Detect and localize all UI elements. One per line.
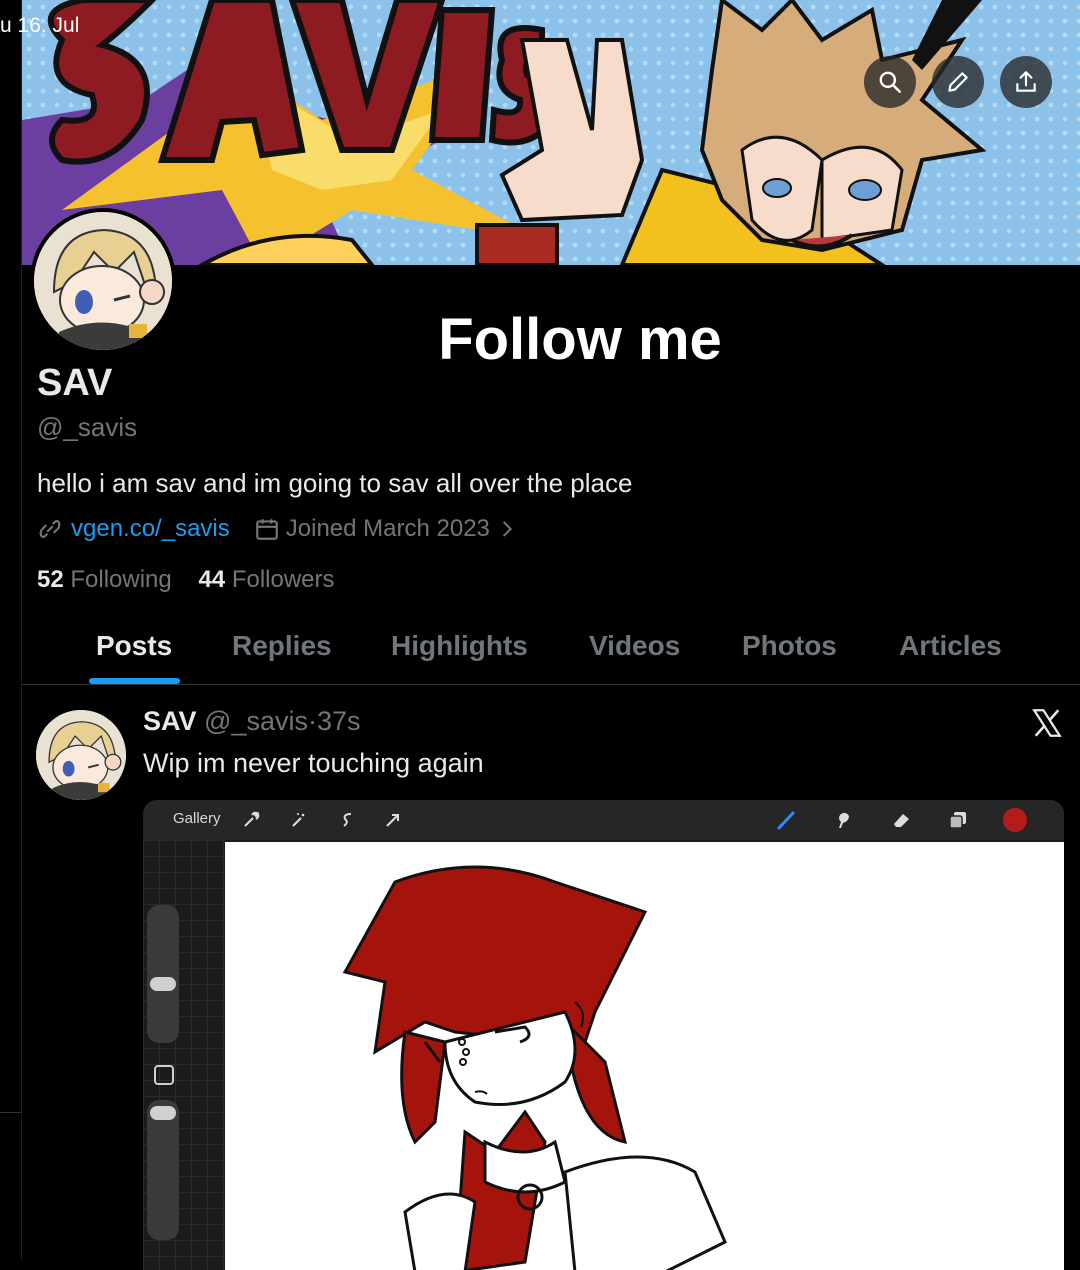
profile-tabs: Posts Replies Highlights Videos Photos A… xyxy=(22,622,1080,685)
followers-label: Followers xyxy=(231,566,335,593)
layers-icon xyxy=(949,812,966,829)
post-author-handle[interactable]: @_savis xyxy=(204,706,308,736)
tab-photos[interactable]: Photos xyxy=(742,630,837,662)
tab-highlights[interactable]: Highlights xyxy=(391,630,528,662)
banner-artwork xyxy=(22,0,1080,265)
follow-stats: 52 Following 44 Followers xyxy=(37,566,335,594)
x-logo-icon xyxy=(1032,709,1062,737)
slider-knob xyxy=(150,1106,176,1120)
opacity-slider xyxy=(147,1100,179,1240)
post-separator: · xyxy=(307,706,317,736)
search-icon xyxy=(879,71,901,93)
profile-meta: vgen.co/_savis Joined March 2023 xyxy=(37,515,518,543)
active-tab-indicator xyxy=(89,678,180,684)
wrench-icon xyxy=(244,811,260,827)
profile-handle: @_savis xyxy=(37,412,138,442)
calendar-icon xyxy=(255,519,278,540)
chevron-right-icon xyxy=(503,521,512,537)
website-link[interactable]: vgen.co/_savis xyxy=(71,515,230,543)
avatar-chibi-image xyxy=(36,710,126,800)
left-sidebar-edge xyxy=(0,0,22,1260)
selection-icon xyxy=(343,813,352,827)
profile-bio: hello i am sav and im going to sav all o… xyxy=(37,468,633,498)
transform-arrow-icon xyxy=(386,814,399,827)
tab-videos[interactable]: Videos xyxy=(589,630,680,662)
brush-size-slider xyxy=(147,905,179,1043)
joined-text: Joined March 2023 xyxy=(285,515,490,542)
post-text: Wip im never touching again xyxy=(143,748,484,778)
followers-count: 44 xyxy=(198,566,226,593)
following-count: 52 xyxy=(37,566,64,593)
divider xyxy=(0,1112,21,1113)
slider-knob xyxy=(150,977,176,991)
magic-wand-icon xyxy=(292,813,305,827)
post-time[interactable]: 37s xyxy=(317,706,361,736)
tab-articles[interactable]: Articles xyxy=(899,630,1002,662)
edit-button[interactable] xyxy=(932,56,984,108)
post-avatar[interactable] xyxy=(36,710,126,800)
tab-replies[interactable]: Replies xyxy=(232,630,332,662)
status-date: u 16. Jul xyxy=(0,14,80,37)
joined-date[interactable]: Joined March 2023 xyxy=(254,515,518,543)
drawing-canvas xyxy=(225,842,1064,1270)
gallery-label: Gallery xyxy=(173,810,221,827)
search-button[interactable] xyxy=(864,56,916,108)
following-link[interactable]: 52 Following xyxy=(37,566,172,593)
brush-icon xyxy=(777,811,795,830)
followers-link[interactable]: 44 Followers xyxy=(198,566,334,593)
procreate-toolbar: Gallery xyxy=(143,800,1064,840)
tab-posts[interactable]: Posts xyxy=(96,630,172,662)
following-label: Following xyxy=(70,566,172,593)
share-icon xyxy=(1016,71,1036,92)
eraser-icon xyxy=(894,814,909,827)
pencil-icon xyxy=(948,72,968,92)
post-media-image[interactable]: Gallery xyxy=(143,800,1064,1270)
link-icon xyxy=(39,520,61,538)
color-swatch xyxy=(1003,808,1027,832)
profile-name: SAV xyxy=(37,362,113,404)
post-header: SAV @_savis·37s xyxy=(143,706,361,737)
smudge-icon xyxy=(839,812,849,828)
modify-button xyxy=(154,1065,174,1085)
post-author-name[interactable]: SAV xyxy=(143,706,197,736)
share-button[interactable] xyxy=(1000,56,1052,108)
wip-drawing xyxy=(342,865,727,1270)
overlay-title: Follow me xyxy=(438,307,722,372)
profile-banner[interactable] xyxy=(22,0,1080,265)
